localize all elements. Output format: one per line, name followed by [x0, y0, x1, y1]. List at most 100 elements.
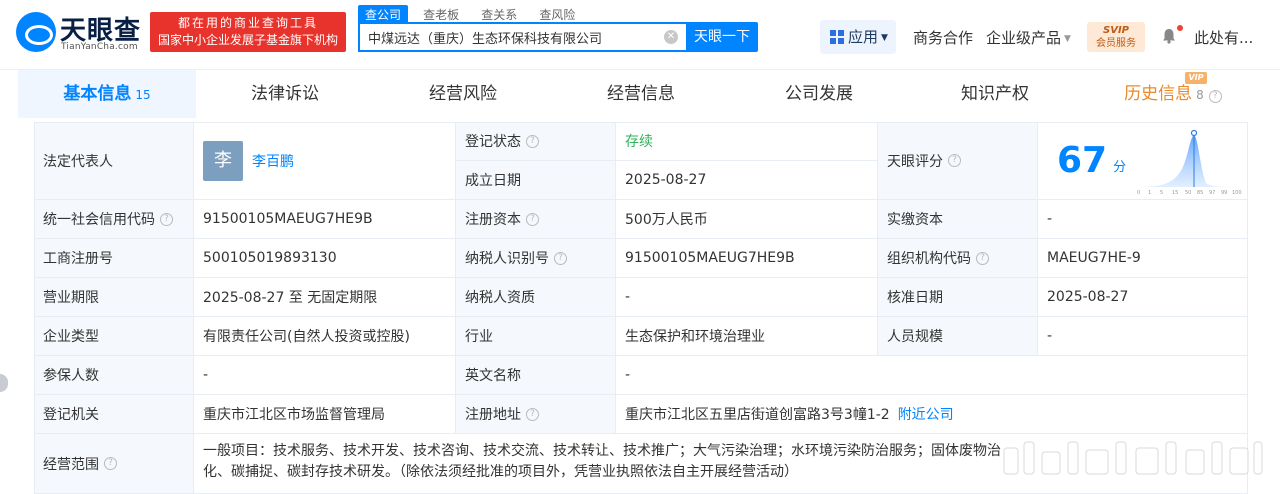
score-cell[interactable]: 67 分 0 1 5 15 50 85 97 99 100 — [1038, 122, 1248, 200]
promo-banner[interactable]: 都在用的商业查询工具 国家中小企业发展子基金旗下机构 — [150, 12, 346, 52]
nav-business-cooperation[interactable]: 商务合作 — [913, 27, 973, 48]
scope-text-line-1: 一般项目：技术服务、技术开发、技术咨询、技术交流、技术转让、技术推广；大气污染治… — [203, 443, 1001, 459]
svip-button[interactable]: SVIP 会员服务 — [1087, 22, 1145, 52]
chevron-down-icon: ▼ — [1064, 34, 1071, 44]
score-axis-tick: 1 — [1148, 190, 1151, 195]
reg-status-label: 登记状态? — [456, 122, 616, 161]
reg-capital-label-cell: 注册资本? — [456, 200, 616, 239]
tab-history[interactable]: 历史信息 8? — [1084, 70, 1262, 118]
term-value: 2025-08-27 至 无固定期限 — [194, 278, 456, 317]
logo-domain: TianYanCha.com — [61, 42, 138, 52]
help-icon[interactable]: ? — [1208, 90, 1222, 103]
tab-risk[interactable]: 经营风险 — [374, 70, 552, 118]
search-box: ✕ — [358, 22, 688, 52]
score-axis-tick: 99 — [1221, 190, 1227, 195]
industry-label: 行业 — [456, 317, 616, 356]
tab-basic-info-label: 基本信息 — [63, 84, 132, 104]
tab-basic-info[interactable]: 基本信息 15 — [18, 70, 196, 118]
grid-icon — [830, 30, 844, 44]
vip-badge: VIP — [1185, 72, 1207, 84]
svip-subtitle: 会员服务 — [1096, 38, 1136, 49]
credit-code-label-cell: 统一社会信用代码? — [34, 200, 194, 239]
score-distribution-chart: 0 1 5 15 50 85 97 99 100 — [1137, 129, 1243, 195]
search-input[interactable] — [360, 24, 650, 50]
approve-date-value: 2025-08-27 — [1038, 278, 1248, 317]
term-label: 营业期限 — [34, 278, 194, 317]
score-axis-tick: 97 — [1209, 190, 1215, 195]
search-type-tabs: 查公司 查老板 查关系 查风险 — [358, 4, 585, 24]
org-code-label: 组织机构代码 — [887, 251, 971, 267]
taxpayer-qual-label: 纳税人资质 — [456, 278, 616, 317]
help-icon[interactable]: ? — [948, 154, 961, 167]
tab-legal[interactable]: 法律诉讼 — [196, 70, 374, 118]
taxpayer-id-label: 纳税人识别号 — [465, 251, 549, 267]
clear-icon[interactable]: ✕ — [664, 30, 678, 44]
company-type-value: 有限责任公司(自然人投资或控股) — [194, 317, 456, 356]
side-scroll-handle[interactable] — [0, 374, 8, 392]
score-axis-tick: 15 — [1172, 190, 1178, 195]
nav-enterprise-products[interactable]: 企业级产品 ▼ — [986, 27, 1071, 48]
insured-value: - — [194, 356, 456, 395]
english-name-label: 英文名称 — [456, 356, 616, 395]
tab-history-label: 历史信息 — [1124, 84, 1193, 104]
status-badge: 存续 — [625, 134, 653, 150]
chevron-down-icon: ▼ — [881, 33, 888, 43]
help-icon[interactable]: ? — [526, 134, 539, 148]
help-icon[interactable]: ? — [104, 457, 117, 470]
industry-value: 生态保护和环境治理业 — [616, 317, 878, 356]
found-date-label: 成立日期 — [456, 161, 616, 200]
apps-menu-button[interactable]: 应用 ▼ — [820, 20, 896, 54]
bell-icon[interactable] — [1161, 28, 1177, 44]
score-label-cell: 天眼评分? — [878, 122, 1038, 200]
tab-ip[interactable]: 知识产权 — [906, 70, 1084, 118]
score-label: 天眼评分 — [887, 153, 943, 170]
legal-rep-label: 法定代表人 — [34, 122, 194, 200]
site-logo[interactable]: 天眼查 TianYanCha.com — [16, 10, 148, 58]
scope-label: 经营范围 — [43, 456, 99, 473]
taxpayer-qual-value: - — [616, 278, 878, 317]
reg-capital-value: 500万人民币 — [616, 200, 878, 239]
reg-address-cell: 重庆市江北区五里店街道创富路3号3幢1-2 附近公司 — [616, 395, 1248, 434]
staff-size-value: - — [1038, 317, 1248, 356]
help-icon[interactable]: ? — [526, 212, 539, 226]
reg-address-label-cell: 注册地址? — [456, 395, 616, 434]
help-icon[interactable]: ? — [526, 407, 539, 421]
scope-text-line-2: 化、碳捕捉、碳封存技术研发。（除依法须经批准的项目外，凭营业执照依法自主开展经营… — [203, 464, 798, 480]
nav-enterprise-products-label: 企业级产品 — [986, 29, 1062, 47]
score-axis-tick: 0 — [1137, 190, 1140, 195]
scope-label-cell: 经营范围? — [34, 434, 194, 494]
english-name-value: - — [616, 356, 1248, 395]
reg-status-label-text: 登记状态 — [465, 134, 521, 150]
insured-label: 参保人数 — [34, 356, 194, 395]
help-icon[interactable]: ? — [976, 251, 989, 265]
paid-capital-value: - — [1038, 200, 1248, 239]
promo-line-1: 都在用的商业查询工具 — [177, 16, 318, 30]
top-bar: 天眼查 TianYanCha.com 都在用的商业查询工具 国家中小企业发展子基… — [0, 0, 1280, 70]
company-type-label: 企业类型 — [34, 317, 194, 356]
logo-eye-icon — [16, 12, 56, 52]
legal-rep-name-link[interactable]: 李百鹏 — [252, 151, 294, 171]
credit-code-value: 91500105MAEUG7HE9B — [194, 200, 456, 239]
biz-reg-no-value: 500105019893130 — [194, 239, 456, 278]
help-icon[interactable]: ? — [554, 251, 567, 265]
biz-reg-no-label: 工商注册号 — [34, 239, 194, 278]
search-button[interactable]: 天眼一下 — [686, 22, 758, 52]
credit-code-label: 统一社会信用代码 — [43, 212, 155, 228]
taxpayer-id-value: 91500105MAEUG7HE9B — [616, 239, 878, 278]
reg-address-value: 重庆市江北区五里店街道创富路3号3幢1-2 — [625, 407, 890, 423]
tab-basic-info-count: 15 — [135, 88, 151, 102]
reg-capital-label: 注册资本 — [465, 212, 521, 228]
user-name[interactable]: 此处有... — [1194, 27, 1253, 48]
reg-status-value-cell: 存续 — [616, 122, 878, 161]
svip-label: SVIP — [1103, 25, 1129, 36]
help-icon[interactable]: ? — [160, 212, 173, 226]
org-code-label-cell: 组织机构代码? — [878, 239, 1038, 278]
reg-authority-value: 重庆市江北区市场监督管理局 — [194, 395, 456, 434]
nearby-companies-link[interactable]: 附近公司 — [898, 404, 954, 424]
tab-operation[interactable]: 经营信息 — [552, 70, 730, 118]
avatar[interactable]: 李 — [203, 140, 243, 181]
score-unit: 分 — [1113, 160, 1127, 175]
approve-date-label: 核准日期 — [878, 278, 1038, 317]
score-value: 67 — [1057, 140, 1108, 181]
tab-development[interactable]: 公司发展 — [730, 70, 908, 118]
